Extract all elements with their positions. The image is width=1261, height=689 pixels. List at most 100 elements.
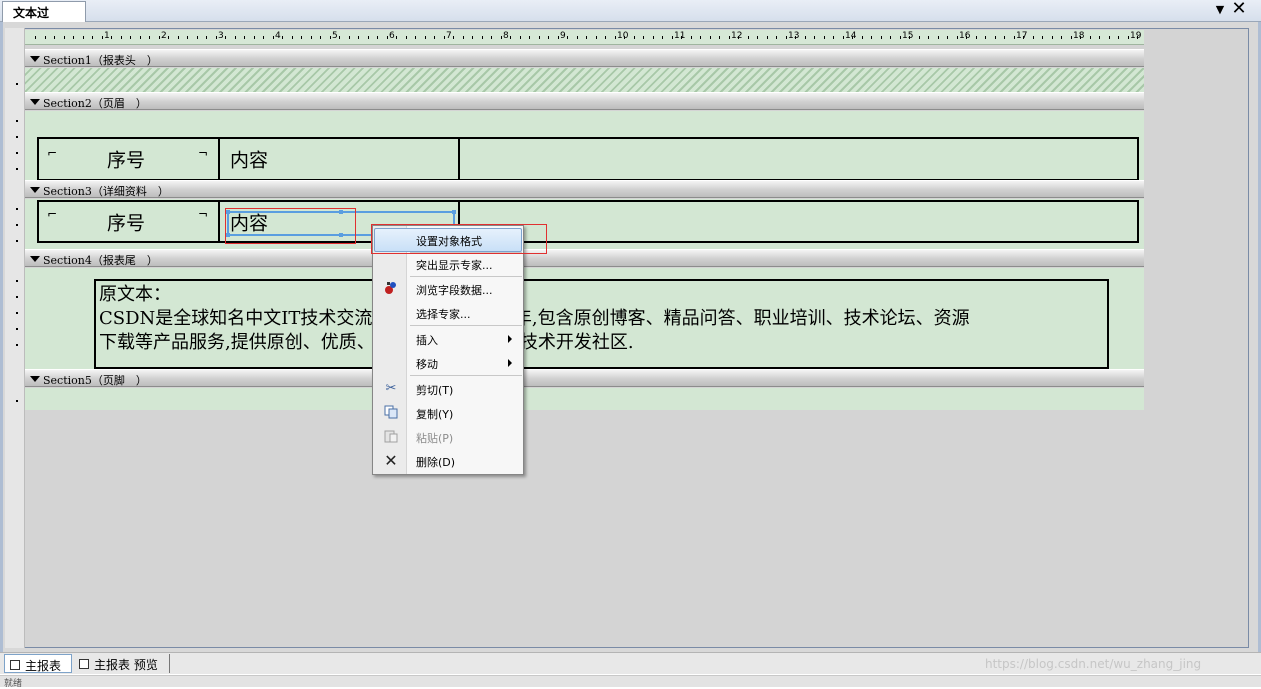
status-text: 就绪 bbox=[4, 679, 23, 689]
menu-item-insert[interactable]: 插入 bbox=[374, 327, 522, 351]
collapse-triangle-icon[interactable] bbox=[30, 99, 40, 105]
ruler-tick bbox=[1004, 36, 1005, 39]
ruler-tick bbox=[83, 36, 84, 39]
annotation-highlight-box bbox=[225, 208, 356, 244]
delete-x-icon: ✕ bbox=[384, 451, 398, 470]
menu-item-copy[interactable]: 复制(Y) bbox=[374, 401, 522, 425]
original-text-field[interactable]: 原文本： CSDN是全球知名中文IT技术交流平台,创建于1999年,包含原创博客… bbox=[94, 279, 1109, 369]
header-content-field[interactable]: 内容 bbox=[218, 137, 460, 181]
menu-item-label: 删除(D) bbox=[416, 456, 456, 469]
ruler-tick bbox=[216, 36, 217, 39]
menu-item-paste[interactable]: 粘贴(P) bbox=[374, 425, 522, 449]
section1-bar[interactable]: Section1（报表头 ） bbox=[25, 49, 1144, 67]
ruler-tick bbox=[368, 36, 369, 39]
ruler-number: 2 bbox=[161, 31, 167, 41]
collapse-triangle-icon[interactable] bbox=[30, 56, 40, 62]
section2-bar[interactable]: Section2（页眉 ） bbox=[25, 92, 1144, 110]
ruler-number: 16 bbox=[959, 31, 971, 41]
menu-item-select-expert[interactable]: 选择专家... bbox=[374, 301, 522, 325]
ruler-tick bbox=[529, 36, 530, 39]
ruler-tick bbox=[966, 36, 967, 39]
ruler-tick bbox=[634, 36, 635, 39]
ruler-tick bbox=[387, 36, 388, 39]
ruler-tick bbox=[938, 36, 939, 39]
header-seq-field[interactable]: ⌐ 序号 ¬ bbox=[37, 137, 220, 181]
header-empty-field[interactable] bbox=[458, 137, 1139, 181]
ruler-tick bbox=[662, 36, 663, 39]
ruler-tick bbox=[244, 36, 245, 39]
ruler-tick bbox=[881, 36, 882, 39]
ruler-tick bbox=[235, 36, 236, 39]
submenu-arrow-icon bbox=[508, 335, 512, 343]
ruler-tick bbox=[947, 36, 948, 39]
ruler-number: 13 bbox=[788, 31, 800, 41]
menu-separator bbox=[410, 375, 522, 376]
ruler-tick bbox=[463, 36, 464, 39]
ruler-tick bbox=[843, 36, 844, 39]
ruler-tick bbox=[453, 36, 454, 39]
resize-handle[interactable] bbox=[452, 210, 456, 214]
ruler-tick bbox=[301, 36, 302, 39]
section5-bar[interactable]: Section5（页脚 ） bbox=[25, 369, 1144, 387]
section4-bar[interactable]: Section4（报表尾 ） bbox=[25, 249, 1144, 267]
tab-main-report-preview[interactable]: 主报表 预览 bbox=[74, 654, 170, 673]
document-tab[interactable]: 文本过长.rpt bbox=[2, 1, 86, 37]
ruler-tick bbox=[73, 36, 74, 39]
section1-body[interactable] bbox=[25, 68, 1144, 92]
ruler-tick bbox=[700, 36, 701, 39]
menu-item-label: 突出显示专家... bbox=[416, 259, 493, 272]
ruler-tick bbox=[1033, 36, 1034, 39]
section3-bar[interactable]: Section3（详细资料 ） bbox=[25, 180, 1144, 198]
menu-item-label: 剪切(T) bbox=[416, 384, 454, 397]
ruler-tick bbox=[862, 36, 863, 39]
header-seq-text: 序号 bbox=[107, 149, 146, 172]
tab-main-report[interactable]: 主报表 bbox=[4, 654, 72, 673]
ruler-tick bbox=[339, 36, 340, 39]
menu-item-delete[interactable]: ✕ 删除(D) bbox=[374, 449, 522, 473]
copy-icon bbox=[382, 404, 400, 422]
ruler-tick bbox=[900, 36, 901, 39]
ruler-tick bbox=[871, 36, 872, 39]
ruler-tick bbox=[396, 36, 397, 39]
ruler-tick bbox=[102, 36, 103, 39]
ruler-tick bbox=[539, 36, 540, 39]
document-tab-strip bbox=[0, 0, 1261, 22]
ruler-tick bbox=[586, 36, 587, 39]
tab-list-dropdown-icon[interactable]: ▼ bbox=[1212, 3, 1228, 17]
ruler-tick bbox=[1090, 36, 1091, 39]
watermark: https://blog.csdn.net/wu_zhang_jing bbox=[985, 657, 1202, 671]
ruler-tick bbox=[168, 36, 169, 39]
annotation-highlight-box bbox=[371, 224, 547, 254]
ruler-tick bbox=[482, 36, 483, 39]
ruler-tick bbox=[757, 36, 758, 39]
original-text-line2: CSDN是全球知名中文IT技术交流平台,创建于1999年,包含原创博客、精品问答… bbox=[99, 308, 970, 329]
detail-empty-field[interactable] bbox=[458, 200, 1139, 243]
ruler-tick bbox=[957, 36, 958, 39]
ruler-tick bbox=[273, 36, 274, 39]
ruler-number: 1 bbox=[104, 31, 110, 41]
ruler-tick bbox=[1099, 36, 1100, 39]
close-icon[interactable]: ✕ bbox=[1230, 0, 1248, 19]
menu-item-cut[interactable]: ✂ 剪切(T) bbox=[374, 377, 522, 401]
ruler-tick bbox=[615, 36, 616, 39]
ruler-tick bbox=[292, 36, 293, 39]
ruler-number: 19 bbox=[1130, 31, 1142, 41]
menu-item-label: 选择专家... bbox=[416, 308, 471, 321]
menu-item-move[interactable]: 移动 bbox=[374, 351, 522, 375]
menu-item-browse-field-data[interactable]: 浏览字段数据... bbox=[374, 277, 522, 301]
section2-label: Section2（页眉 ） bbox=[43, 97, 147, 110]
ruler-tick bbox=[206, 36, 207, 39]
section5-body[interactable] bbox=[25, 388, 1144, 410]
ruler-tick bbox=[548, 36, 549, 39]
ruler-tick bbox=[282, 36, 283, 39]
collapse-triangle-icon[interactable] bbox=[30, 256, 40, 262]
ruler-tick bbox=[254, 36, 255, 39]
ruler-tick bbox=[1023, 36, 1024, 39]
ruler-tick bbox=[681, 36, 682, 39]
menu-item-highlight-expert[interactable]: 突出显示专家... bbox=[374, 252, 522, 276]
ruler-tick bbox=[852, 36, 853, 39]
collapse-triangle-icon[interactable] bbox=[30, 187, 40, 193]
detail-seq-field[interactable]: ⌐ 序号 ¬ bbox=[37, 200, 220, 243]
ruler-tick bbox=[406, 36, 407, 39]
collapse-triangle-icon[interactable] bbox=[30, 376, 40, 382]
